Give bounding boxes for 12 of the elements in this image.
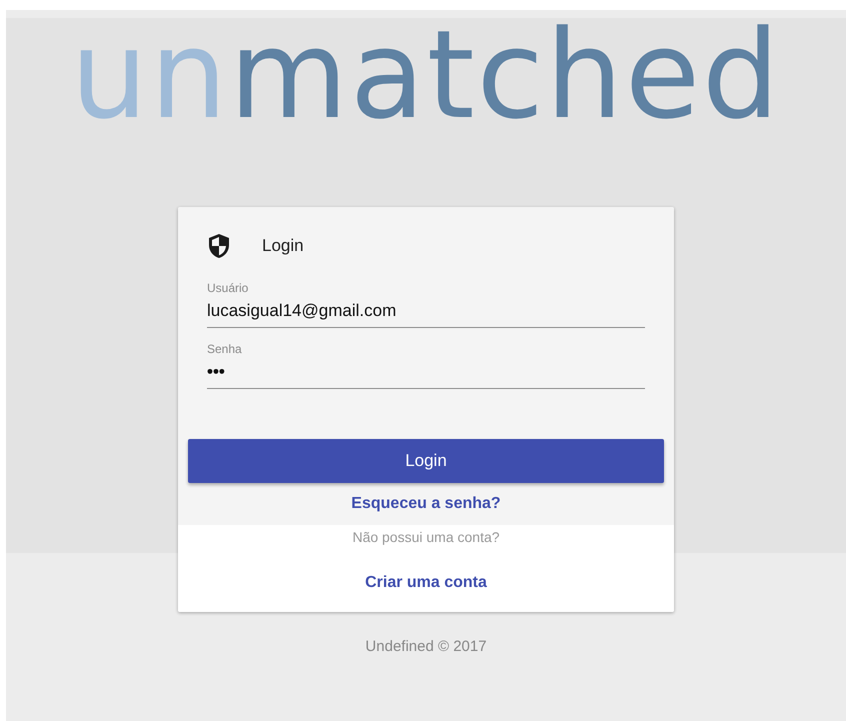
card-title: Login — [262, 236, 304, 256]
create-account-link[interactable]: Criar uma conta — [365, 574, 487, 592]
logo-text: unmatched — [70, 18, 782, 138]
username-field[interactable]: lucasigual14@gmail.com — [207, 297, 645, 328]
field-label: Usuário — [207, 281, 248, 295]
no-account-text: Não possui uma conta? — [352, 529, 500, 545]
forgot-password-link[interactable]: Esqueceu a senha? — [351, 495, 501, 513]
footer-text: Undefined © 2017 — [365, 638, 487, 655]
field-label: Senha — [207, 342, 242, 356]
login-button[interactable]: Login — [188, 439, 664, 483]
shield-icon — [208, 233, 230, 259]
password-field[interactable]: ••• — [207, 358, 645, 389]
